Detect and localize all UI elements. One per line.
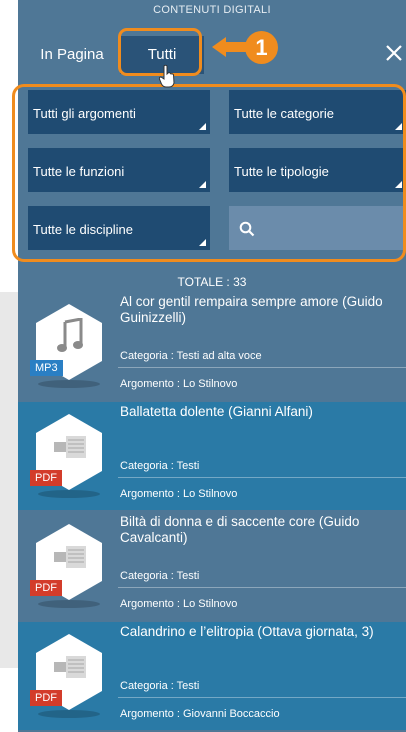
list-item[interactable]: PDF Ballatetta dolente (Gianni Alfani) C… [18, 402, 406, 510]
item-topic: Argomento : Lo Stilnovo [120, 598, 238, 610]
tab-in-pagina[interactable]: In Pagina [24, 36, 120, 74]
document-icon [54, 546, 86, 568]
item-title: Al cor gentil rempaira sempre amore (Gui… [120, 294, 383, 325]
file-type-badge: PDF [30, 470, 62, 486]
list-item[interactable]: PDF Biltà di donna e di saccente core (G… [18, 512, 406, 620]
close-icon[interactable] [382, 40, 406, 72]
item-category: Categoria : Testi ad alta voce [120, 350, 262, 362]
panel-title: CONTENUTI DIGITALI [153, 4, 271, 16]
file-type-badge: PDF [30, 580, 62, 596]
document-icon [54, 436, 86, 458]
item-title: Ballatetta dolente (Gianni Alfani) [120, 404, 313, 419]
hand-pointer-icon [158, 64, 175, 88]
callout-number-badge: 1 [245, 31, 278, 64]
document-icon [54, 656, 86, 678]
list-item[interactable]: PDF Calandrino e l’elitropia (Ottava gio… [18, 622, 406, 730]
thumbnail: MP3 [30, 302, 108, 394]
item-topic: Argomento : Lo Stilnovo [120, 488, 238, 500]
results-total: TOTALE : 33 [177, 275, 247, 289]
thumbnail: PDF [30, 632, 108, 724]
item-topic: Argomento : Giovanni Boccaccio [120, 708, 280, 720]
item-topic: Argomento : Lo Stilnovo [120, 378, 238, 390]
item-title: Calandrino e l’elitropia (Ottava giornat… [120, 624, 374, 639]
file-type-badge: MP3 [30, 360, 63, 376]
file-type-badge: PDF [30, 690, 62, 706]
list-item[interactable]: MP3 Al cor gentil rempaira sempre amore … [18, 292, 406, 400]
thumbnail: PDF [30, 412, 108, 504]
thumbnail: PDF [30, 522, 108, 614]
filters-highlight-outline [12, 84, 406, 262]
item-category: Categoria : Testi [120, 680, 200, 692]
item-category: Categoria : Testi [120, 570, 200, 582]
music-note-icon [57, 318, 83, 352]
item-title: Biltà di donna e di saccente core (Guido… [120, 514, 360, 545]
item-category: Categoria : Testi [120, 460, 200, 472]
